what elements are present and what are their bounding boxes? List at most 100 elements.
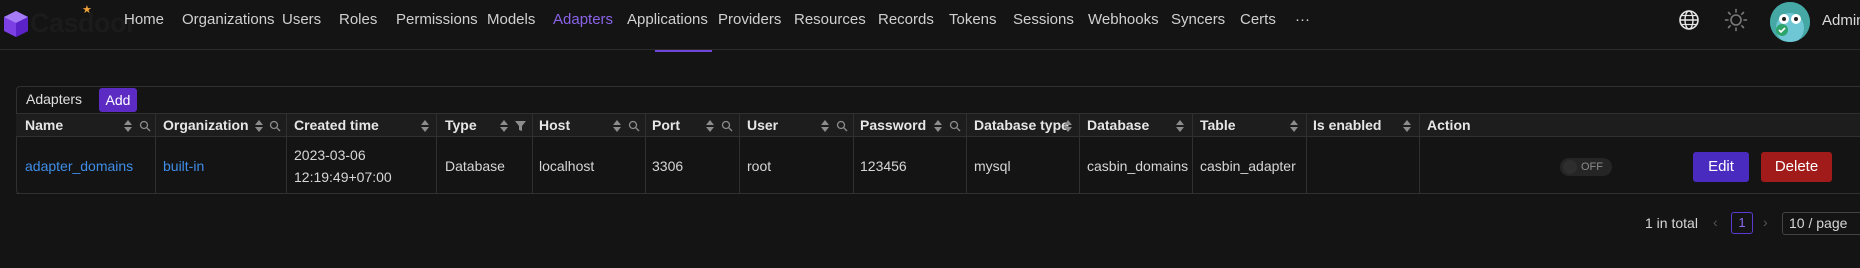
column-divider[interactable] [1419, 114, 1420, 138]
delete-button[interactable]: Delete [1761, 152, 1832, 182]
column-header-name[interactable]: Name [25, 114, 63, 138]
column-divider [532, 138, 533, 194]
column-divider[interactable] [739, 114, 740, 138]
sort-icon[interactable] [421, 120, 429, 132]
column-header-host[interactable]: Host [539, 114, 570, 138]
column-header-password[interactable]: Password [860, 114, 926, 138]
column-divider [436, 138, 437, 194]
column-header-database[interactable]: Database [1087, 114, 1149, 138]
sort-icon[interactable] [500, 120, 508, 132]
search-icon[interactable] [269, 120, 281, 132]
nav-records[interactable]: Records [878, 11, 934, 39]
pagination-page-1[interactable]: 1 [1731, 212, 1753, 234]
sort-icon[interactable] [821, 120, 829, 132]
logo-star-icon: ★ [82, 4, 92, 16]
nav-organizations[interactable]: Organizations [182, 11, 275, 39]
card-title: Adapters [26, 91, 83, 107]
nav-applications[interactable]: Applications [627, 11, 708, 39]
nav-roles[interactable]: Roles [339, 11, 377, 39]
column-header-action: Action [1427, 117, 1471, 133]
page-size-select[interactable]: 10 / page [1782, 212, 1860, 235]
column-divider[interactable] [853, 114, 854, 138]
column-divider [739, 138, 740, 194]
filter-icon[interactable] [515, 120, 526, 132]
column-header-port[interactable]: Port [652, 114, 680, 138]
pagination-next-icon[interactable]: › [1763, 214, 1768, 230]
column-divider [1192, 138, 1193, 194]
sort-icon[interactable] [1176, 120, 1184, 132]
globe-icon[interactable] [1678, 9, 1700, 31]
table-header: Name Organization Created time Type Host… [16, 113, 1860, 138]
nav-adapters[interactable]: Adapters [553, 11, 613, 39]
nav-providers[interactable]: Providers [718, 11, 781, 39]
column-divider[interactable] [1192, 114, 1193, 138]
column-divider[interactable] [645, 114, 646, 138]
nav-certs[interactable]: Certs [1240, 11, 1276, 39]
search-icon[interactable] [949, 120, 961, 132]
cell-type: Database [445, 158, 505, 174]
sort-icon[interactable] [124, 120, 132, 132]
column-divider [645, 138, 646, 194]
nav-resources[interactable]: Resources [794, 11, 866, 39]
nav-syncers[interactable]: Syncers [1171, 11, 1225, 39]
nav-more-menu[interactable]: ··· [1295, 11, 1310, 39]
nav-sessions[interactable]: Sessions [1013, 11, 1074, 39]
toggle-label: OFF [1581, 161, 1603, 173]
column-header-user[interactable]: User [747, 114, 778, 138]
nav-home[interactable]: Home [124, 11, 164, 39]
cell-user: root [747, 158, 772, 174]
sort-icon[interactable] [1064, 120, 1072, 132]
column-header-table[interactable]: Table [1200, 114, 1236, 138]
column-divider[interactable] [436, 114, 437, 138]
top-navbar: Casdoor ★ Home Organizations Users Roles… [0, 0, 1860, 52]
pagination-prev-icon[interactable]: ‹ [1713, 214, 1718, 230]
is-enabled-toggle[interactable]: OFF [1560, 158, 1612, 176]
search-icon[interactable] [836, 120, 848, 132]
nav-models[interactable]: Models [487, 11, 535, 39]
search-icon[interactable] [721, 120, 733, 132]
user-name[interactable]: Admin [1822, 12, 1860, 29]
search-icon[interactable] [139, 120, 151, 132]
nav-webhooks[interactable]: Webhooks [1088, 11, 1159, 39]
column-divider[interactable] [1306, 114, 1307, 138]
column-divider[interactable] [966, 114, 967, 138]
column-divider[interactable] [1079, 114, 1080, 138]
cell-organization-link[interactable]: built-in [163, 158, 204, 174]
column-header-created-time[interactable]: Created time [294, 114, 379, 138]
column-header-is-enabled[interactable]: Is enabled [1313, 114, 1381, 138]
column-header-database-type[interactable]: Database type [974, 114, 1069, 138]
column-header-type[interactable]: Type [445, 114, 477, 138]
logo-cube-icon [4, 11, 28, 37]
nav-tokens[interactable]: Tokens [949, 11, 997, 39]
sort-icon[interactable] [934, 120, 942, 132]
cell-name-link[interactable]: adapter_domains [25, 158, 133, 174]
column-divider [155, 138, 156, 194]
column-divider[interactable] [532, 114, 533, 138]
column-divider [1419, 138, 1420, 194]
sort-icon[interactable] [1403, 120, 1411, 132]
column-divider [966, 138, 967, 194]
nav-permissions[interactable]: Permissions [396, 11, 478, 39]
sort-icon[interactable] [1290, 120, 1298, 132]
column-divider[interactable] [286, 114, 287, 138]
cell-database: casbin_domains [1087, 158, 1189, 174]
nav-users[interactable]: Users [282, 11, 321, 39]
toggle-knob [1563, 160, 1577, 174]
column-divider[interactable] [155, 114, 156, 138]
avatar-mascot-icon [1770, 2, 1810, 42]
column-divider [286, 138, 287, 194]
column-header-organization[interactable]: Organization [163, 114, 249, 138]
cell-created-date: 2023-03-06 [294, 147, 366, 163]
sort-icon[interactable] [255, 120, 263, 132]
sort-icon[interactable] [613, 120, 621, 132]
edit-button[interactable]: Edit [1693, 152, 1749, 182]
sort-icon[interactable] [706, 120, 714, 132]
page-size-value: 10 / page [1789, 215, 1848, 231]
avatar[interactable] [1770, 2, 1810, 42]
cell-port: 3306 [652, 158, 684, 174]
search-icon[interactable] [628, 120, 640, 132]
cell-created-time: 12:19:49+07:00 [294, 169, 392, 185]
column-divider [1306, 138, 1307, 194]
add-button[interactable]: Add [99, 88, 137, 112]
sun-icon[interactable] [1724, 8, 1748, 32]
